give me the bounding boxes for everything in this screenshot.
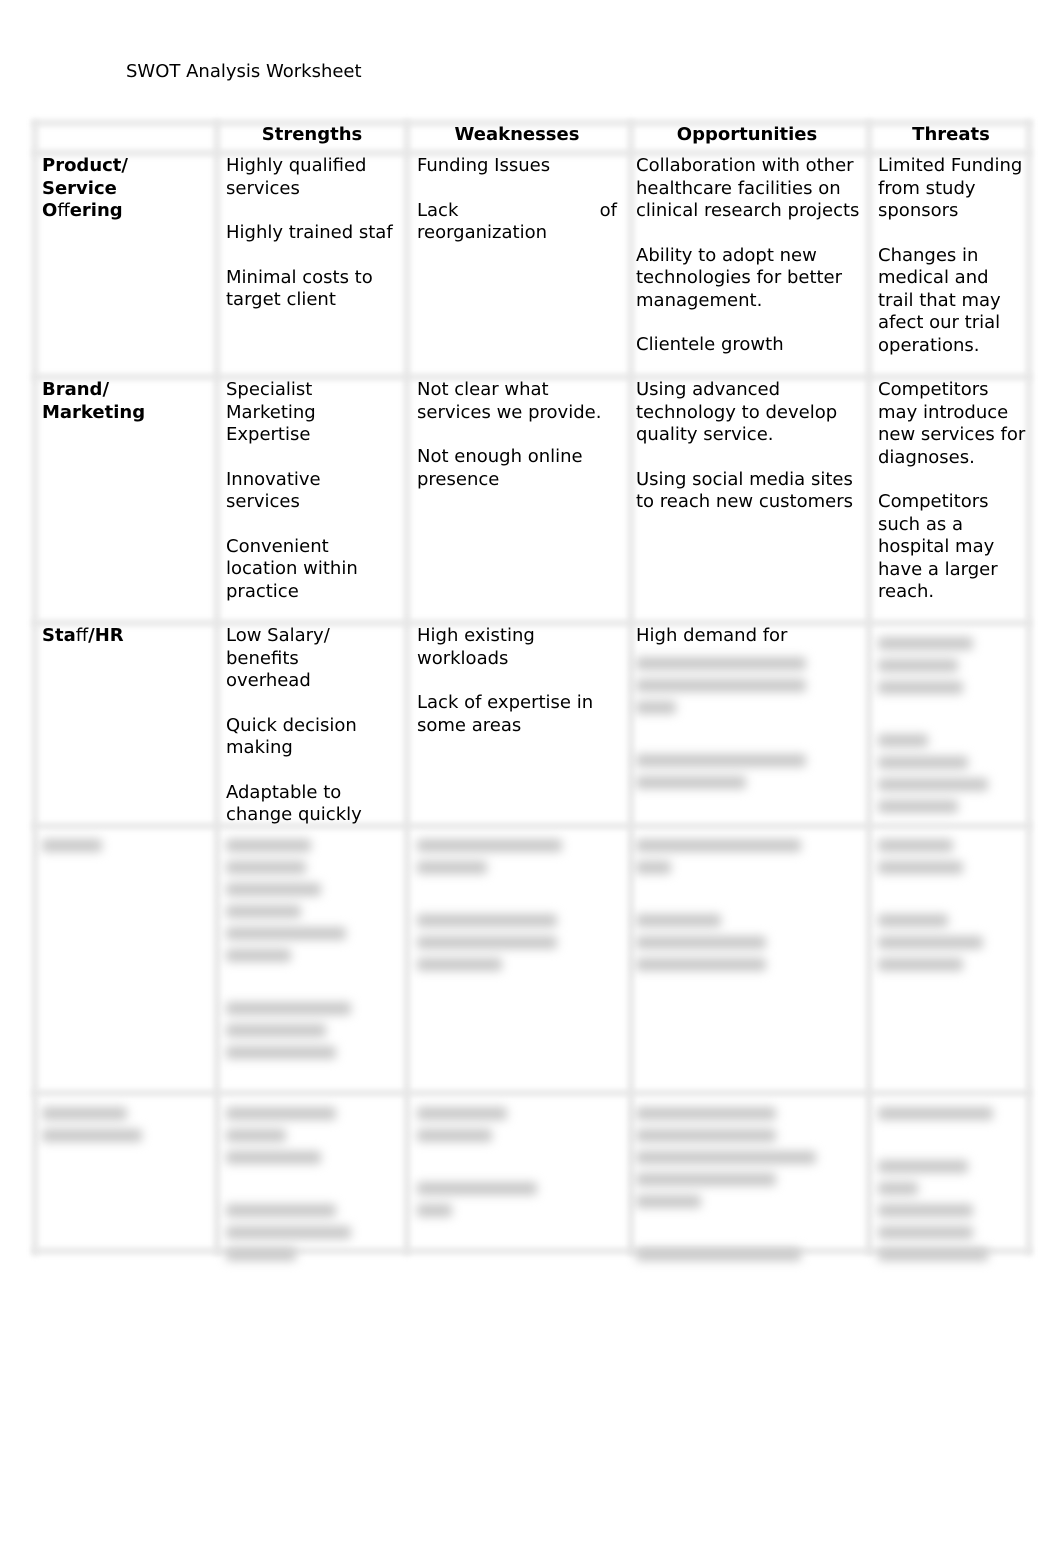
cell-product-opportunities: Collaboration with other healthcare faci…: [636, 155, 860, 357]
list-item: Ability to adopt new technologies for be…: [636, 244, 843, 311]
column-header-opportunities: Opportunities: [676, 124, 818, 145]
column-header-weaknesses: Weaknesses: [454, 124, 580, 145]
list-item: Funding Issues: [417, 155, 551, 176]
list-item: Collaboration with other healthcare faci…: [636, 155, 860, 221]
cell-row5-strengths-obscured: [226, 1098, 386, 1270]
list-item: Innovative services: [226, 468, 321, 513]
list-item: Highly qualified services: [226, 155, 367, 199]
row-header-brand-marketing: Brand/ Marketing: [42, 379, 146, 423]
cell-staff-weaknesses: High existing workloads Lack of expertis…: [417, 625, 617, 759]
cell-staff-strengths: Low Salary/ benefits overhead Quick deci…: [226, 625, 386, 849]
list-item: Lack of reorganization: [417, 199, 617, 244]
list-item: Clientele growth: [636, 334, 784, 355]
list-item: Minimal costs to target client: [226, 266, 373, 311]
cell-staff-opportunities: High demand for: [636, 625, 860, 798]
row-header-obscured: [42, 830, 192, 861]
cell-brand-weaknesses: Not clear what services we provide. Not …: [417, 379, 622, 513]
column-header-strengths: Strengths: [261, 124, 363, 145]
row-header-product-service: Product/ Service Offering: [42, 155, 128, 221]
list-item: Specialist Marketing Expertise: [226, 379, 316, 445]
list-item: Competitors may introduce new services f…: [878, 379, 1026, 468]
cell-row4-weaknesses-obscured: [417, 830, 617, 980]
column-header-threats: Threats: [912, 124, 990, 145]
list-item: Not enough online presence: [417, 446, 583, 490]
list-item: Changes in medical and trail that may af…: [878, 244, 1001, 356]
list-item: Quick decision making: [226, 714, 357, 759]
cell-row5-threats-obscured: [878, 1098, 1028, 1270]
list-item: Using social media sites to reach new cu…: [636, 468, 853, 513]
cell-brand-opportunities: Using advanced technology to develop qua…: [636, 379, 860, 536]
cell-brand-threats: Competitors may introduce new services f…: [878, 379, 1028, 626]
row-header-obscured: [42, 1098, 192, 1151]
list-item: High existing workloads: [417, 625, 535, 669]
list-item: Highly trained staf: [226, 222, 393, 243]
cell-row4-opportunities-obscured: [636, 830, 860, 980]
list-item: Convenient location within practice: [226, 535, 358, 602]
cell-row4-threats-obscured: [878, 830, 1028, 980]
obscured-content: [636, 656, 860, 789]
list-item: Lack of expertise in some areas: [417, 692, 594, 736]
cell-product-weaknesses: Funding Issues Lack of reorganization: [417, 155, 617, 245]
list-item: High demand for: [636, 625, 788, 646]
cell-row4-strengths-obscured: [226, 830, 386, 1068]
cell-product-threats: Limited Funding from study sponsors Chan…: [878, 155, 1028, 379]
list-item: Not clear what services we provide.: [417, 379, 602, 423]
cell-row5-opportunities-obscured: [636, 1098, 860, 1270]
list-item: Using advanced technology to develop qua…: [636, 379, 838, 445]
list-item: Adaptable to change quickly: [226, 781, 362, 826]
cell-staff-threats-obscured: [878, 628, 1028, 822]
row-header-staff-hr: Staff/HR: [42, 625, 124, 646]
cell-row5-weaknesses-obscured: [417, 1098, 617, 1226]
list-item: Low Salary/ benefits overhead: [226, 625, 330, 691]
list-item: Competitors such as a hospital may have …: [878, 491, 998, 602]
cell-product-strengths: Highly qualified services Highly trained…: [226, 155, 394, 334]
cell-brand-strengths: Specialist Marketing Expertise Innovativ…: [226, 379, 386, 625]
list-item: Limited Funding from study sponsors: [878, 155, 1023, 221]
document-title: SWOT Analysis Worksheet: [126, 61, 362, 82]
